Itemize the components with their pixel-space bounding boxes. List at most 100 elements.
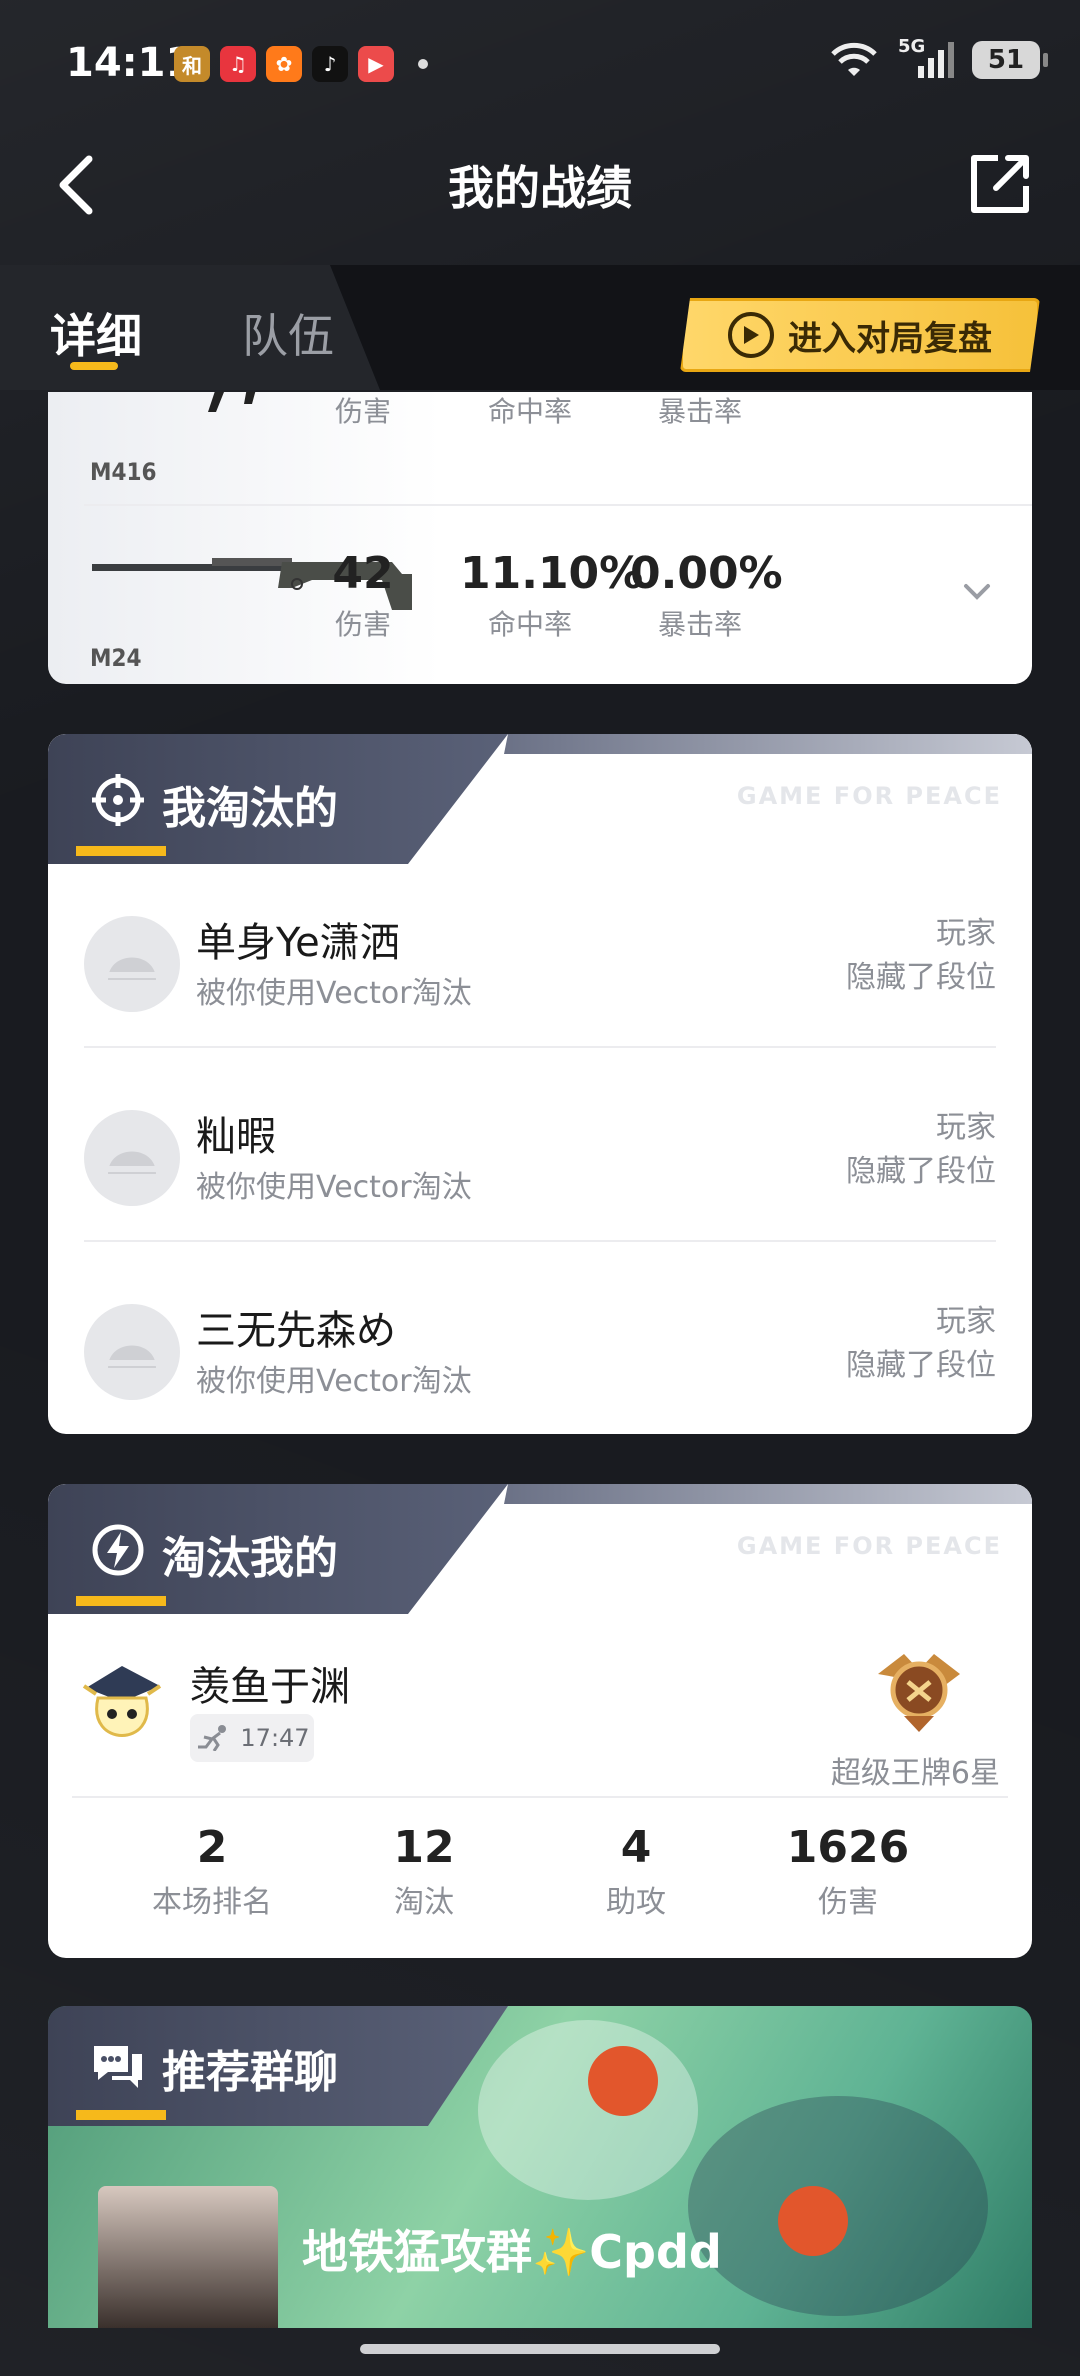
stat-label: 本场排名 (152, 1885, 272, 1920)
weapon-row-m24[interactable]: M24 42 伤害 11.10% 命中率 0.00% 暴击率 (48, 506, 1032, 684)
weapon-stat-value: 0.00% (630, 548, 783, 599)
weapon-stat-label: 命中率 (487, 395, 572, 428)
video-app-icon: ▶ (358, 46, 394, 82)
helmet-icon (108, 1151, 156, 1174)
stat-label: 伤害 (818, 1885, 878, 1920)
match-replay-button[interactable]: 进入对局复盘 (680, 298, 1040, 372)
player-role: 玩家 (936, 1304, 996, 1339)
orange-app-icon: ✿ (266, 46, 302, 82)
stat-value: 1626 (786, 1822, 910, 1873)
weapon-stat-label: 暴击率 (657, 608, 742, 641)
section-header: 我淘汰的 GAME FOR PEACE (48, 734, 1032, 864)
killer-row[interactable]: 羡鱼于渊 17:47 超级王牌6星 (48, 1618, 1032, 1798)
music-app-icon: ♫ (220, 46, 256, 82)
player-name: 籼暇 (196, 1114, 276, 1160)
share-button[interactable] (964, 148, 1036, 220)
banner-illustration (778, 2186, 848, 2256)
player-elimination-desc: 被你使用Vector淘汰 (196, 1170, 472, 1205)
section-title: 推荐群聊 (162, 2047, 338, 2098)
weapon-stat-value: 11.10% (460, 548, 644, 599)
signal-icon: 5G (898, 36, 954, 80)
divider (72, 1796, 1008, 1798)
weapon-row-m416[interactable]: M416 伤害 命中率 暴击率 (48, 392, 1032, 502)
stat-label: 助攻 (606, 1885, 666, 1920)
avatar (84, 1304, 180, 1400)
stat-placement: 2 本场排名 (112, 1822, 312, 1921)
chevron-down-icon[interactable] (960, 574, 994, 608)
weapon-stat-crit: 0.00% 暴击率 (630, 548, 783, 643)
player-rank: 隐藏了段位 (846, 1154, 996, 1189)
chat-bubbles-icon (94, 2046, 142, 2088)
eliminated-player-row[interactable]: 籼暇 被你使用Vector淘汰 玩家 隐藏了段位 (48, 1064, 1032, 1258)
weapon-stat-label: 伤害 (334, 395, 391, 428)
weapon-stat-damage: 42 伤害 (293, 548, 433, 643)
weapon-stat-label: 伤害 (334, 608, 391, 641)
running-icon (198, 1725, 227, 1751)
rank-badge-icon (878, 1654, 960, 1732)
share-icon (971, 155, 1029, 213)
eliminated-by-me-card: 我淘汰的 GAME FOR PEACE 单身Ye潇洒 被你使用Vector淘汰 … (48, 734, 1032, 1434)
survival-time-badge: 17:47 (190, 1714, 314, 1762)
killer-name: 羡鱼于渊 (190, 1664, 350, 1710)
player-elimination-desc: 被你使用Vector淘汰 (196, 976, 472, 1011)
home-indicator[interactable] (360, 2344, 720, 2354)
helmet-icon (108, 957, 156, 980)
section-title: 淘汰我的 (162, 1533, 338, 1584)
weapon-name: M24 (90, 644, 142, 672)
active-tab-indicator (70, 362, 118, 370)
eliminated-player-row[interactable]: 单身Ye潇洒 被你使用Vector淘汰 玩家 隐藏了段位 (48, 868, 1032, 1062)
status-indicators: 5G 51 (828, 36, 1048, 80)
game-app-icon: 和 (174, 46, 210, 82)
wifi-icon (831, 42, 877, 76)
stat-label: 淘汰 (394, 1885, 454, 1920)
avatar (84, 916, 180, 1012)
avatar (84, 1110, 180, 1206)
crosshair-icon (92, 774, 144, 826)
survival-time: 17:47 (240, 1724, 310, 1752)
weapon-name: M416 (90, 458, 157, 486)
stat-kills: 12 淘汰 (324, 1822, 524, 1921)
banner-illustration (588, 2046, 658, 2116)
status-bar: 14:11 和 ♫ ✿ ♪ ▶ 5G 51 (0, 0, 1080, 130)
group-name[interactable]: 地铁猛攻群✨Cpdd (302, 2216, 722, 2282)
stat-damage: 1626 伤害 (748, 1822, 948, 1921)
player-rank-info: 玩家 隐藏了段位 (846, 1106, 996, 1194)
tiktok-app-icon: ♪ (312, 46, 348, 82)
section-header: 淘汰我的 GAME FOR PEACE (48, 1484, 1032, 1614)
killer-avatar (82, 1666, 162, 1737)
player-elimination-desc: 被你使用Vector淘汰 (196, 1364, 472, 1399)
player-rank-info: 玩家 隐藏了段位 (846, 912, 996, 1000)
battery-indicator: 51 (972, 41, 1048, 79)
weapon-stat-value: 42 (332, 548, 394, 599)
player-name: 单身Ye潇洒 (196, 920, 400, 966)
helmet-icon (108, 1345, 156, 1368)
recommended-groups-card[interactable]: 推荐群聊 地铁猛攻群✨Cpdd (48, 2006, 1032, 2328)
player-name: 三无先森め (196, 1308, 396, 1354)
player-rank: 隐藏了段位 (846, 960, 996, 995)
divider (84, 1240, 996, 1242)
stat-value: 4 (620, 1822, 652, 1873)
m416-rifle-image (208, 392, 256, 412)
game-for-peace-watermark: GAME FOR PEACE (736, 1532, 1002, 1560)
tab-detail[interactable]: 详细 (50, 300, 142, 366)
divider (84, 1046, 996, 1048)
eliminated-me-card: 淘汰我的 GAME FOR PEACE 羡鱼于渊 17:47 超级王牌6星 2 … (48, 1484, 1032, 1958)
play-circle-icon (728, 312, 774, 358)
page-header: 我的战绩 (0, 130, 1080, 240)
player-role: 玩家 (936, 1110, 996, 1145)
weapon-stats-card: M416 伤害 命中率 暴击率 M24 42 伤害 11.10% 命中率 0.0… (48, 392, 1032, 684)
eliminated-player-row[interactable]: 三无先森め 被你使用Vector淘汰 玩家 隐藏了段位 (48, 1258, 1032, 1434)
status-app-icons: 和 ♫ ✿ ♪ ▶ (174, 46, 428, 82)
notification-dot (418, 59, 428, 69)
lightning-icon (92, 1524, 144, 1576)
section-title: 我淘汰的 (162, 783, 338, 834)
stat-value: 2 (196, 1822, 228, 1873)
page-title: 我的战绩 (448, 161, 632, 215)
weapon-stat-accuracy: 11.10% 命中率 (460, 548, 644, 643)
banner-illustration (478, 2020, 698, 2200)
stat-assists: 4 助攻 (536, 1822, 736, 1921)
game-for-peace-watermark: GAME FOR PEACE (736, 782, 1002, 810)
tab-team[interactable]: 队伍 (242, 300, 334, 366)
section-header-accent (76, 846, 166, 856)
weapon-stat-damage: 伤害 (293, 392, 433, 430)
